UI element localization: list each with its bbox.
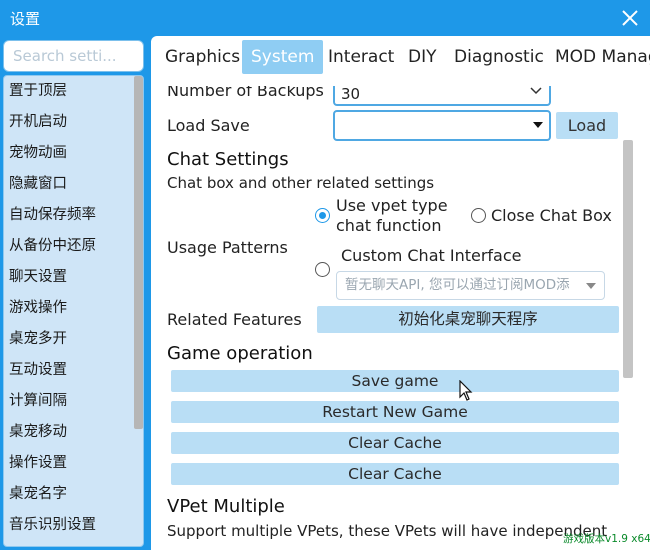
backups-value: 30 [341,86,361,103]
settings-content: Graphics System Interact DIY Diagnostic … [151,36,650,550]
close-icon [622,10,638,26]
dropdown-arrow-icon [586,283,596,291]
chevron-down-icon [530,87,542,95]
load-save-label: Load Save [167,116,250,135]
backups-label: Number of Backups [167,86,324,100]
related-features-label: Related Features [167,310,302,329]
sidebar-item-hide-window[interactable]: 隐藏窗口 [4,169,132,200]
tab-graphics[interactable]: Graphics [156,40,249,74]
sidebar: 置于顶层 开机启动 宠物动画 隐藏窗口 自动保存频率 从备份中还原 聊天设置 游… [3,75,144,547]
save-game-button[interactable]: Save game [171,370,619,392]
radio-custom-chat[interactable] [315,262,330,277]
tab-diagnostic[interactable]: Diagnostic [445,40,553,74]
tab-system[interactable]: System [242,40,324,74]
clear-cache-button[interactable]: Clear Cache [171,432,619,454]
custom-chat-select[interactable]: 暂无聊天API, 您可以通过订阅MOD添 [336,271,605,300]
vpet-multiple-title: VPet Multiple [167,496,285,517]
title-bar: 设置 [0,0,650,36]
game-operation-title: Game operation [167,343,313,364]
close-button[interactable] [616,4,644,32]
sidebar-item-interaction[interactable]: 互动设置 [4,355,132,386]
chat-settings-title: Chat Settings [167,149,289,170]
sidebar-item-operation-settings[interactable]: 操作设置 [4,448,132,479]
restart-game-button[interactable]: Restart New Game [171,401,619,423]
sidebar-item-chat-settings[interactable]: 聊天设置 [4,262,132,293]
load-save-select[interactable] [333,110,551,141]
sidebar-item-restore-backup[interactable]: 从备份中还原 [4,231,132,262]
vpet-multiple-description: Support multiple VPets, these VPets will… [167,522,608,540]
window-title: 设置 [10,10,41,28]
radio-vpet-chat[interactable] [315,208,330,223]
radio-vpet-chat-label-line2: chat function [336,216,442,235]
init-chat-button[interactable]: 初始化桌宠聊天程序 [317,306,619,333]
radio-custom-chat-label[interactable]: Custom Chat Interface [341,246,522,266]
backups-input[interactable]: 30 [333,86,551,106]
dropdown-arrow-icon [533,122,543,128]
sidebar-item-game-operation[interactable]: 游戏操作 [4,293,132,324]
radio-vpet-chat-label-line1: Use vpet type [336,196,448,215]
mouse-cursor-icon [459,380,473,401]
sidebar-list: 置于顶层 开机启动 宠物动画 隐藏窗口 自动保存频率 从备份中还原 聊天设置 游… [4,76,132,541]
clear-cache-button-2[interactable]: Clear Cache [171,463,619,485]
sidebar-item-startup[interactable]: 开机启动 [4,107,132,138]
tab-interact[interactable]: Interact [319,40,403,74]
sidebar-item-autosave[interactable]: 自动保存频率 [4,200,132,231]
sidebar-item-always-on-top[interactable]: 置于顶层 [4,76,132,107]
radio-close-chat[interactable] [471,208,486,223]
sidebar-scrollbar[interactable] [134,76,143,429]
version-label: 游戏版本v1.9 x64 [563,533,650,545]
system-panel: Number of Backups 30 Load Save Load Chat… [151,86,650,550]
search-input[interactable] [3,40,144,72]
sidebar-item-music-recognition[interactable]: 音乐识别设置 [4,510,132,541]
sidebar-item-pet-animation[interactable]: 宠物动画 [4,138,132,169]
sidebar-item-multi-pet[interactable]: 桌宠多开 [4,324,132,355]
sidebar-item-pet-movement[interactable]: 桌宠移动 [4,417,132,448]
tab-bar: Graphics System Interact DIY Diagnostic … [151,36,650,86]
content-scrollbar[interactable] [623,140,633,378]
sidebar-item-pet-name[interactable]: 桌宠名字 [4,479,132,510]
radio-close-chat-label[interactable]: Close Chat Box [491,206,612,226]
sidebar-item-calc-interval[interactable]: 计算间隔 [4,386,132,417]
usage-patterns-label: Usage Patterns [167,238,288,257]
radio-vpet-chat-label[interactable]: Use vpet type chat function [336,196,448,236]
load-button[interactable]: Load [556,112,618,139]
tab-mod-manager[interactable]: MOD Manag [546,40,650,74]
tab-diy[interactable]: DIY [399,40,446,74]
custom-chat-select-value: 暂无聊天API, 您可以通过订阅MOD添 [345,277,570,293]
chat-settings-description: Chat box and other related settings [167,174,435,192]
settings-window: 设置 置于顶层 开机启动 宠物动画 隐藏窗口 自动保存频率 从备份中还原 聊天设… [0,0,650,550]
